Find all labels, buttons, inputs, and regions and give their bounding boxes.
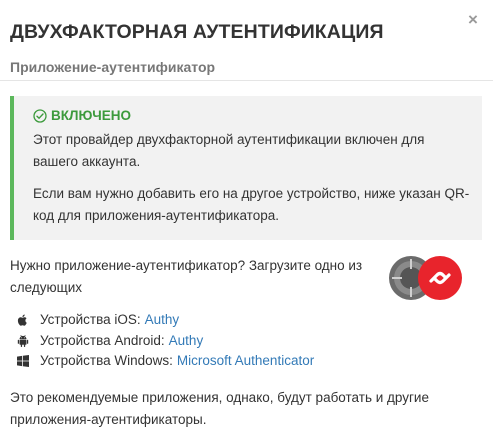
status-label: ВКЛЮЧЕНО xyxy=(51,108,131,123)
platform-label-ios: Устройства iOS: xyxy=(40,312,141,327)
platform-label-android: Устройства Android: xyxy=(40,332,165,348)
authy-ios-link[interactable]: Authy xyxy=(145,310,180,331)
microsoft-authenticator-link[interactable]: Microsoft Authenticator xyxy=(177,351,314,372)
authy-android-link[interactable]: Authy xyxy=(169,331,204,352)
modal-title: ДВУХФАКТОРНАЯ АУТЕНТИФИКАЦИЯ Приложение-… xyxy=(10,13,460,82)
authy-logo xyxy=(418,256,462,300)
list-item-ios: Устройства iOS: Authy xyxy=(16,310,314,331)
check-circle-icon xyxy=(33,109,47,123)
apple-icon xyxy=(17,314,27,326)
android-icon xyxy=(17,334,29,347)
windows-icon xyxy=(17,355,29,368)
app-logos-graphic xyxy=(389,256,462,300)
download-prompt: Нужно приложение-аутентификатор? Загрузи… xyxy=(10,258,363,295)
status-alert: ВКЛЮЧЕНО Этот провайдер двухфакторной ау… xyxy=(10,96,482,240)
alert-paragraph-qr: Если вам нужно добавить его на другое ус… xyxy=(33,186,470,223)
recommendation-note: Это рекомендуемые приложения, однако, бу… xyxy=(10,390,429,427)
close-button[interactable]: × xyxy=(465,11,481,28)
list-item-android: Устройства Android: Authy xyxy=(16,331,314,352)
list-item-windows: Устройства Windows: Microsoft Authentica… xyxy=(16,351,314,372)
app-logos xyxy=(388,255,463,301)
title-text: ДВУХФАКТОРНАЯ АУТЕНТИФИКАЦИЯ xyxy=(10,21,384,43)
status-heading: ВКЛЮЧЕНО xyxy=(33,106,470,126)
platform-label-windows: Устройства Windows: xyxy=(40,353,173,368)
title-subtitle: Приложение-аутентификатор xyxy=(10,59,216,75)
modal-header: ДВУХФАКТОРНАЯ АУТЕНТИФИКАЦИЯ Приложение-… xyxy=(0,0,493,81)
alert-paragraph-enabled: Этот провайдер двухфакторной аутентифика… xyxy=(33,132,425,169)
platform-list: Устройства iOS: Authy Устройства Android… xyxy=(16,310,314,372)
